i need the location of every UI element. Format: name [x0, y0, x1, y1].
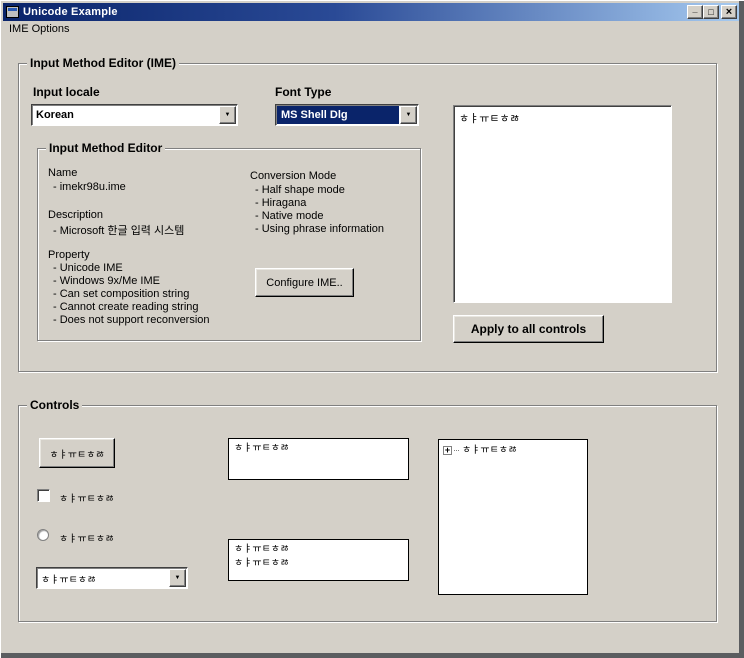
minimize-icon: _ [692, 4, 697, 14]
chevron-down-icon: ▼ [225, 112, 231, 118]
property-item: - Does not support reconversion [53, 314, 210, 327]
menu-item-ime-options[interactable]: IME Options [3, 22, 76, 36]
input-locale-combobox[interactable]: Korean ▼ [31, 104, 238, 126]
apply-to-all-controls-button[interactable]: Apply to all controls [453, 315, 604, 343]
input-locale-value: Korean [32, 105, 218, 125]
sample-combobox[interactable]: ㅎㅑㅠㅌㅎㅀ ▼ [36, 567, 188, 589]
input-locale-label: Input locale [33, 85, 100, 99]
sample-combobox-value: ㅎㅑㅠㅌㅎㅀ [37, 568, 168, 588]
sample-edit-single[interactable]: ㅎㅑㅠㅌㅎㅀ [228, 438, 409, 480]
editor-info-groupbox-title: Input Method Editor [46, 141, 165, 155]
name-value: - imekr98u.ime [53, 181, 126, 193]
sample-radio-label[interactable]: ㅎㅑㅠㅌㅎㅀ [59, 530, 114, 545]
ime-preview-text: ㅎㅑㅠㅌㅎㅀ [459, 113, 520, 125]
window-title: Unicode Example [23, 6, 687, 18]
sample-radio-button[interactable] [37, 529, 49, 541]
description-value: - Microsoft 한글 입력 시스템 [53, 222, 184, 238]
sample-edit-single-text: ㅎㅑㅠㅌㅎㅀ [234, 443, 289, 454]
application-icon[interactable] [6, 6, 19, 18]
sample-treeview[interactable]: + ㅎㅑㅠㅌㅎㅀ [438, 439, 588, 595]
conversion-mode-item: - Using phrase information [255, 223, 384, 236]
close-icon: × [726, 7, 732, 17]
sample-checkbox-label[interactable]: ㅎㅑㅠㅌㅎㅀ [59, 490, 114, 505]
property-item: - Cannot create reading string [53, 301, 210, 314]
conversion-mode-label: Conversion Mode [250, 170, 336, 182]
font-type-value: MS Shell Dlg [277, 106, 399, 124]
tree-item[interactable]: + ㅎㅑㅠㅌㅎㅀ [442, 444, 584, 458]
tree-expand-icon[interactable]: + [443, 446, 452, 455]
input-locale-dropdown-button[interactable]: ▼ [219, 106, 236, 124]
sample-combobox-dropdown-button[interactable]: ▼ [169, 569, 186, 587]
conversion-mode-item: - Hiragana [255, 197, 384, 210]
maximize-icon: □ [708, 7, 713, 17]
font-type-label: Font Type [275, 85, 331, 99]
minimize-button[interactable]: _ [687, 5, 703, 19]
configure-ime-button[interactable]: Configure IME.. [255, 268, 354, 297]
menubar: IME Options [3, 21, 739, 37]
chevron-down-icon: ▼ [406, 112, 412, 118]
description-label: Description [48, 209, 103, 221]
conversion-mode-item: - Half shape mode [255, 184, 384, 197]
property-label: Property [48, 249, 90, 261]
titlebar[interactable]: Unicode Example _ □ × [3, 3, 739, 21]
ime-groupbox-title: Input Method Editor (IME) [27, 56, 179, 70]
conversion-mode-list: - Half shape mode - Hiragana - Native mo… [255, 184, 384, 236]
sample-edit-multiline[interactable]: ㅎㅑㅠㅌㅎㅀ ㅎㅑㅠㅌㅎㅀ [228, 539, 409, 581]
maximize-button[interactable]: □ [703, 5, 719, 19]
conversion-mode-item: - Native mode [255, 210, 384, 223]
sample-edit-multiline-line: ㅎㅑㅠㅌㅎㅀ [234, 557, 403, 571]
property-item: - Windows 9x/Me IME [53, 275, 210, 288]
name-label: Name [48, 167, 77, 179]
sample-checkbox[interactable] [37, 489, 50, 502]
property-item: - Unicode IME [53, 262, 210, 275]
font-type-dropdown-button[interactable]: ▼ [400, 106, 417, 124]
sample-edit-multiline-line: ㅎㅑㅠㅌㅎㅀ [234, 543, 403, 557]
ime-preview-textbox[interactable]: ㅎㅑㅠㅌㅎㅀ [453, 105, 672, 303]
controls-groupbox-title: Controls [27, 398, 82, 412]
font-type-combobox[interactable]: MS Shell Dlg ▼ [275, 104, 419, 126]
sample-push-button[interactable]: ㅎㅑㅠㅌㅎㅀ [39, 438, 115, 468]
chevron-down-icon: ▼ [175, 575, 181, 581]
property-item: - Can set composition string [53, 288, 210, 301]
property-list: - Unicode IME - Windows 9x/Me IME - Can … [53, 262, 210, 327]
tree-item-label: ㅎㅑㅠㅌㅎㅀ [459, 444, 517, 458]
dialog-window: Unicode Example _ □ × IME Options Input … [0, 0, 744, 658]
close-button[interactable]: × [721, 5, 737, 19]
